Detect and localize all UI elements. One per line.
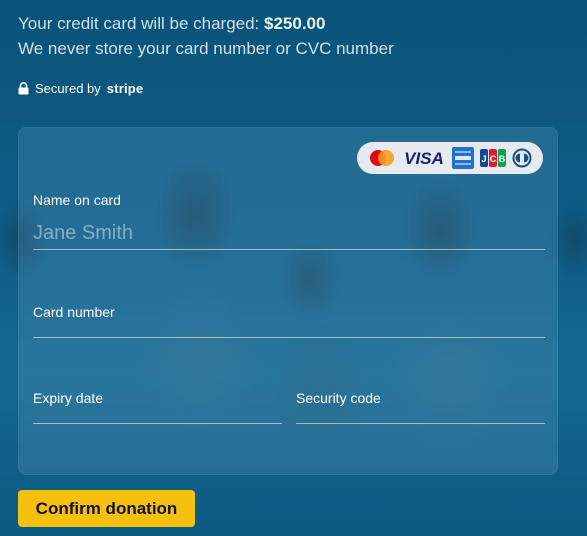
mastercard-icon: [368, 149, 396, 167]
name-on-card-label: Name on card: [33, 192, 121, 208]
secured-by-stripe: Secured by stripe: [18, 79, 143, 97]
content: Your credit card will be charged: $250.0…: [0, 0, 587, 536]
diners-club-icon: [512, 148, 532, 168]
svg-text:B: B: [499, 154, 506, 164]
svg-text:J: J: [481, 154, 486, 164]
secured-label: Secured by: [35, 80, 101, 96]
svg-text:C: C: [490, 154, 497, 164]
expiry-date-input[interactable]: [33, 404, 282, 424]
charge-text: Your credit card will be charged:: [18, 14, 265, 33]
security-code-input[interactable]: [296, 404, 545, 424]
accepted-cards: VISA J C B: [357, 142, 543, 174]
charge-amount: $250.00: [264, 14, 326, 33]
jcb-icon: J C B: [480, 149, 506, 167]
confirm-donation-button[interactable]: Confirm donation: [18, 490, 195, 527]
card-number-input[interactable]: [33, 318, 545, 338]
stripe-brand: stripe: [106, 80, 144, 96]
card-details-panel: VISA J C B Name on card Jane Smith Card …: [18, 127, 558, 475]
store-notice: We never store your card number or CVC n…: [18, 39, 394, 58]
charge-notice: Your credit card will be charged: $250.0…: [18, 14, 325, 34]
amex-icon: [452, 147, 474, 169]
name-on-card-input[interactable]: [33, 218, 545, 250]
lock-icon: [18, 81, 29, 95]
svg-text:VISA: VISA: [404, 149, 444, 167]
donation-payment-form: Your credit card will be charged: $250.0…: [0, 0, 587, 536]
visa-icon: VISA: [402, 149, 446, 167]
